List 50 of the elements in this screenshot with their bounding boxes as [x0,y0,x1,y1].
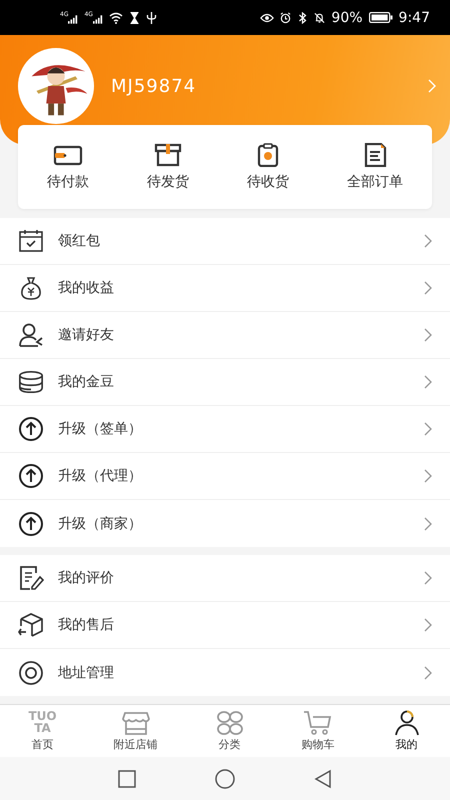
recents-icon[interactable] [117,768,137,788]
battery-icon [368,12,393,23]
storefront-icon [120,710,151,736]
money-bag-icon [18,275,44,301]
usb-icon [146,12,157,24]
order-button[interactable]: 待付款 [45,139,91,195]
home-icon[interactable] [215,768,235,788]
chevron-right-icon [424,234,432,248]
grid-icon [214,710,245,736]
box-icon [153,143,183,167]
coins-icon [18,369,44,395]
hourglass-icon [128,12,140,24]
chevron-right-icon [424,618,432,632]
chevron-right-icon [424,422,432,436]
chevron-right-icon [424,281,432,295]
bluetooth-icon [297,12,308,24]
chevron-right-icon [424,571,432,585]
alarm-icon [280,12,292,24]
wifi-icon [108,12,123,24]
logo: TUO TA [28,710,57,736]
clock: 9:47 [398,10,430,26]
chevron-right-icon [424,375,432,389]
up-arrow-circle-icon [18,510,44,536]
order-button[interactable]: 待发货 [145,139,191,195]
order-button[interactable]: 待收货 [245,139,291,195]
up-arrow-circle-icon [18,416,44,442]
eye-icon [260,12,274,24]
order-button[interactable]: 全部订单 [345,139,405,195]
chevron-right-icon [424,516,432,530]
chevron-right-icon [424,328,432,342]
wallet-icon [53,143,83,167]
tab[interactable]: 购物车 [298,708,339,754]
location-icon [18,660,44,686]
chevron-right-icon [424,666,432,680]
cart-icon [303,710,334,736]
calendar-icon [18,228,44,254]
tab[interactable]: 附近店铺 [110,708,162,754]
battery-percent: 90% [331,10,363,26]
signal-icon [68,14,78,24]
tab[interactable]: 分类 [210,708,249,754]
tab[interactable]: 我的 [388,708,426,754]
user-plus-icon [18,322,44,348]
up-arrow-circle-icon [18,463,44,489]
box-return-icon [18,612,44,638]
mute-icon [314,12,326,24]
edit-document-icon [18,565,44,591]
tab[interactable]: TUO TA 首页 [24,708,61,754]
back-icon[interactable] [313,768,333,788]
chevron-right-icon [424,469,432,483]
signal-icon [92,14,103,24]
